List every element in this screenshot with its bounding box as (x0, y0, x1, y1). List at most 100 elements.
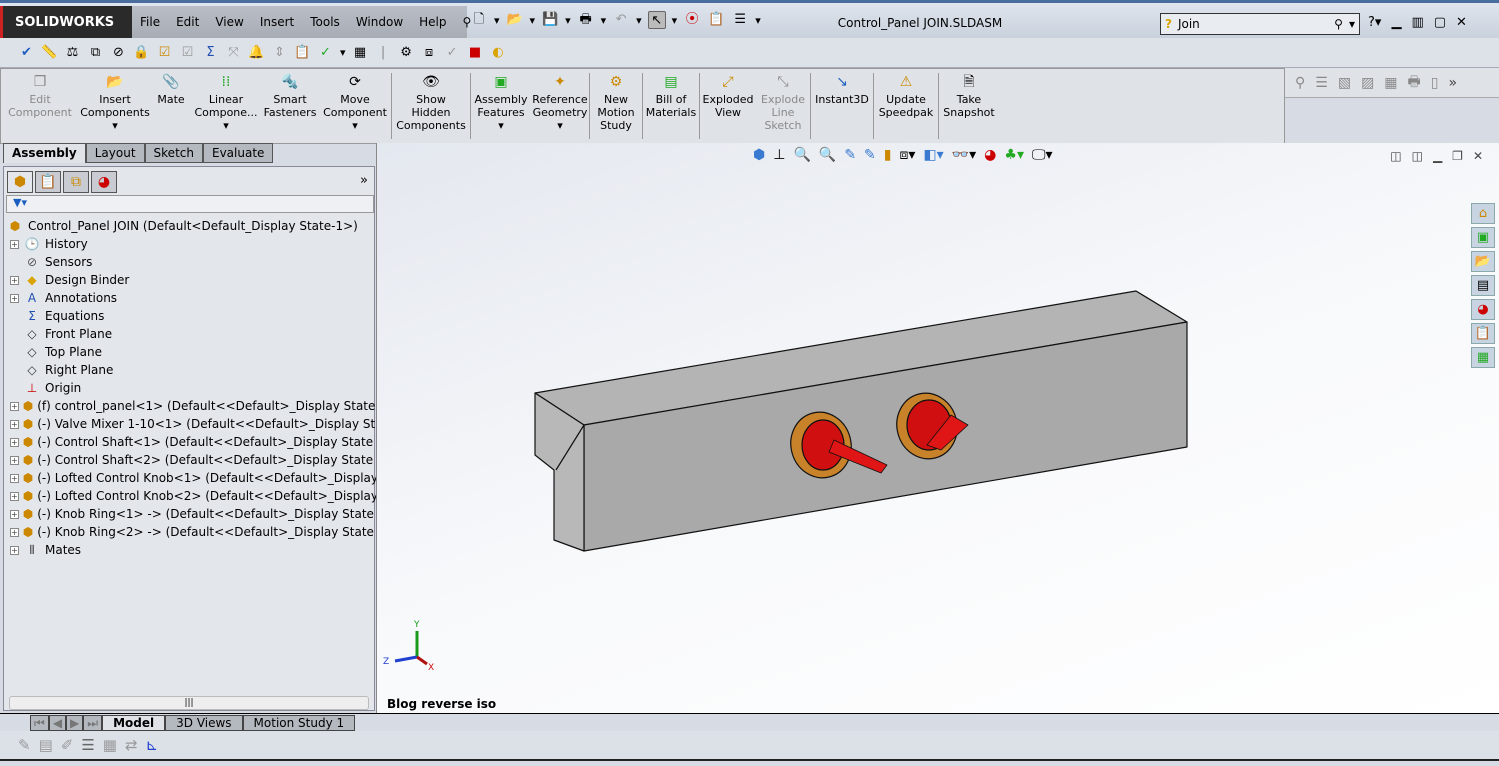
interference-dropdown-icon[interactable]: ▾ (340, 46, 346, 59)
save-icon[interactable]: 💾 (541, 11, 559, 29)
tree-item[interactable]: + ⬢ (-) Lofted Control Knob<1> (Default<<D… (4, 469, 414, 487)
expand-icon[interactable]: + (10, 239, 19, 249)
tree-item[interactable]: + ◆ Design Binder (4, 271, 374, 289)
tab-sketch[interactable]: Sketch (144, 143, 203, 163)
tree-item[interactable]: Σ Equations (4, 307, 374, 325)
display-manager-tab-icon[interactable]: ◕ (91, 171, 117, 193)
open-folder-icon[interactable]: 📂 (506, 11, 524, 29)
search-input[interactable]: Join (1178, 17, 1328, 31)
expand-icon[interactable]: + (10, 419, 19, 429)
check-icon[interactable]: 🔒 (133, 44, 150, 61)
new-motion-study-button[interactable]: ⚙ New Motion Study (590, 69, 642, 143)
expand-chevron-icon[interactable]: » (360, 173, 368, 188)
maximize-icon[interactable]: ▢ (1434, 15, 1446, 30)
horizontal-scrollbar[interactable]: ||| (9, 696, 369, 710)
filter-bar[interactable]: ▼▾ (6, 195, 374, 213)
rebuild-traffic-light-icon[interactable]: ⦿ (683, 11, 701, 29)
column-icon[interactable]: ▯ (1431, 75, 1439, 91)
search-dropdown-icon[interactable]: ▾ (1349, 17, 1355, 31)
interference-icon[interactable]: ✓ (317, 44, 334, 61)
close-icon[interactable]: ✕ (1456, 15, 1467, 30)
menu-window[interactable]: Window (348, 15, 411, 29)
select-dropdown-icon[interactable]: ▾ (672, 14, 678, 27)
expand-icon[interactable]: + (10, 527, 19, 537)
linear-component-pattern-button[interactable]: ⁞⁞ Linear Compone... ▾ (191, 69, 261, 143)
clipboard-icon[interactable]: 📋 (294, 44, 311, 61)
undo-icon[interactable]: ↶ (612, 11, 630, 29)
assembly-features-button[interactable]: ▣ Assembly Features ▾ (471, 69, 531, 143)
mold-icon[interactable]: ⧈ (421, 44, 438, 61)
feature-manager-tab-icon[interactable]: ⬢ (7, 171, 33, 193)
tree-item[interactable]: + ⬢ (f) control_panel<1> (Default<<Default… (4, 397, 402, 415)
menu-file[interactable]: File (132, 15, 168, 29)
minimize-icon[interactable]: ▁ (1391, 15, 1401, 30)
sensor-icon[interactable]: ⊘ (110, 44, 127, 61)
save-dropdown-icon[interactable]: ▾ (565, 14, 571, 27)
tab-3d-views[interactable]: 3D Views (165, 715, 243, 731)
swap-icon[interactable]: ⇄ (125, 736, 138, 754)
next-tab-icon[interactable]: ▶ (66, 715, 84, 731)
menu-view[interactable]: View (207, 15, 251, 29)
lines-icon[interactable]: ☰ (81, 736, 94, 754)
expand-icon[interactable]: + (10, 545, 19, 555)
undo-dropdown-icon[interactable]: ▾ (636, 14, 642, 27)
equations-icon[interactable]: Σ (202, 44, 219, 61)
section-properties-icon[interactable]: ⧉ (87, 44, 104, 61)
help-icon[interactable]: ?▾ (1368, 15, 1381, 30)
assembly-model[interactable]: Y Z X (377, 143, 1499, 713)
prev-tab-icon[interactable]: ◀ (48, 715, 67, 731)
deviation-icon[interactable]: ⤧ (225, 44, 242, 61)
tree-root[interactable]: ⬢ Control_Panel JOIN (Default<Default_Dis… (4, 217, 374, 235)
menu-insert[interactable]: Insert (252, 15, 302, 29)
new-document-icon[interactable]: 🗋 (470, 11, 488, 29)
tree-item[interactable]: + ⬢ (-) Control Shaft<2> (Default<<Default… (4, 451, 399, 469)
tree-item[interactable]: + ⬢ (-) Control Shaft<1> (Default<<Default… (4, 433, 399, 451)
edit-layer-icon[interactable]: ▨ (1361, 75, 1374, 91)
instant3d-button[interactable]: ↘ Instant3D (811, 69, 873, 143)
expand-icon[interactable]: + (10, 401, 19, 411)
tree-item[interactable]: ⊘ Sensors (4, 253, 374, 271)
compare-icon[interactable]: ⇕ (271, 44, 288, 61)
smart-fasteners-button[interactable]: 🔩 Smart Fasteners (261, 69, 319, 143)
list-icon[interactable]: ☰ (1315, 75, 1328, 91)
photoview-icon[interactable]: ◐ (490, 44, 507, 61)
measure-icon[interactable]: 📏 (41, 44, 58, 61)
mass-properties-icon[interactable]: ⚖ (64, 44, 81, 61)
mate-button[interactable]: 📎 Mate (151, 69, 191, 143)
tree-item[interactable]: + ⬢ (-) Valve Mixer 1-10<1> (Default<<Defa… (4, 415, 421, 433)
search-box[interactable]: ? Join ⚲ ▾ (1160, 13, 1360, 35)
select-cursor-icon[interactable]: ↖ (647, 11, 666, 29)
layers-icon[interactable]: ▧ (1338, 75, 1351, 91)
paint-icon[interactable]: ✐ (61, 736, 74, 754)
tree-item[interactable]: + 🕒 History (4, 235, 374, 253)
tree-item[interactable]: + ⬢ (-) Knob Ring<2> -> (Default<<Default>… (4, 523, 400, 541)
checkbox-disabled-icon[interactable]: ☑ (179, 44, 196, 61)
color-squares-icon[interactable]: ■ (467, 44, 484, 61)
sketch-icon[interactable]: ✎ (18, 736, 31, 754)
configuration-manager-tab-icon[interactable]: ⧉ (63, 171, 89, 193)
solidworks-logo[interactable]: SOLIDWORKS (0, 6, 132, 38)
tab-motion-study[interactable]: Motion Study 1 (242, 715, 356, 731)
expand-icon[interactable]: + (10, 293, 19, 303)
options-icon[interactable]: ☰ (731, 11, 749, 29)
property-manager-tab-icon[interactable]: 📋 (35, 171, 61, 193)
last-tab-icon[interactable]: ⏭ (83, 715, 103, 731)
tab-evaluate[interactable]: Evaluate (202, 143, 274, 163)
expand-icon[interactable]: + (10, 509, 19, 519)
bill-of-materials-button[interactable]: ▤ Bill of Materials (643, 69, 699, 143)
tab-layout[interactable]: Layout (85, 143, 145, 163)
update-speedpak-button[interactable]: ⚠ Update Speedpak (874, 69, 938, 143)
explode-line-sketch-button[interactable]: ⤡ Explode Line Sketch (756, 69, 810, 143)
print-dropdown-icon[interactable]: ▾ (601, 14, 607, 27)
tree-item[interactable]: + A Annotations (4, 289, 374, 307)
axis-icon[interactable]: ⊾ (146, 736, 159, 754)
graphics-area[interactable]: ⬢ ⊥ 🔍 🔍 ✎ ✎ ▮ ⧈▾ ◧▾ 👓▾ ◕ ♣▾ 🖵▾ ◫ ◫ ▁ ❐ ✕ ⌂ ▣… (376, 143, 1499, 713)
zoom-icon[interactable]: ⚲ (1295, 75, 1305, 91)
search-icon[interactable]: ⚲ (1334, 17, 1343, 31)
file-properties-icon[interactable]: 📋 (707, 11, 725, 29)
expand-icon[interactable]: + (10, 491, 19, 501)
tree-item[interactable]: ◇ Front Plane (4, 325, 374, 343)
expand-icon[interactable]: + (10, 437, 19, 447)
dotted-lines-icon[interactable]: ▦ (103, 736, 117, 754)
exploded-view-button[interactable]: ⤢ Exploded View (700, 69, 756, 143)
